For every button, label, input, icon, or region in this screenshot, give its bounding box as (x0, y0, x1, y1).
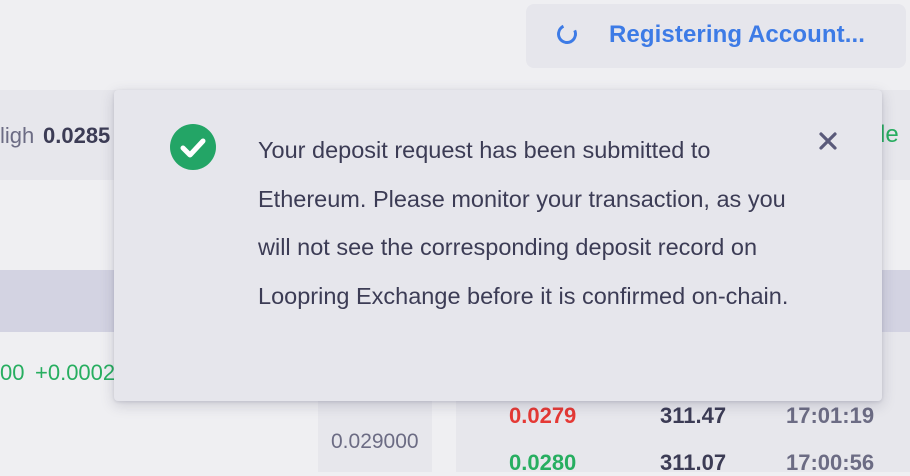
ticker-high-label: ligh (0, 123, 35, 148)
ticker-right-fragment: le (880, 121, 899, 148)
deposit-notification-toast: Your deposit request has been submitted … (114, 90, 882, 401)
trade-price: 0.0280 (509, 450, 577, 475)
trade-amount: 311.07 (660, 450, 727, 475)
spinner-icon (554, 21, 580, 47)
market-change-value: +0.0002 (35, 360, 116, 385)
trade-amount: 311.47 (660, 403, 727, 428)
registering-account-label: Registering Account... (609, 21, 866, 48)
notification-message: Your deposit request has been submitted … (258, 137, 789, 309)
trade-time: 17:00:56 (786, 450, 875, 475)
close-icon[interactable] (814, 126, 842, 154)
check-circle-icon (170, 124, 216, 170)
trade-price: 0.0279 (509, 403, 577, 428)
market-price-fragment: 00 (0, 360, 25, 385)
registering-account-button[interactable]: Registering Account... (526, 4, 906, 68)
order-book-price: 0.029000 (331, 430, 419, 453)
trade-time: 17:01:19 (786, 403, 875, 428)
ticker-high-value: 0.0285 (43, 123, 111, 148)
